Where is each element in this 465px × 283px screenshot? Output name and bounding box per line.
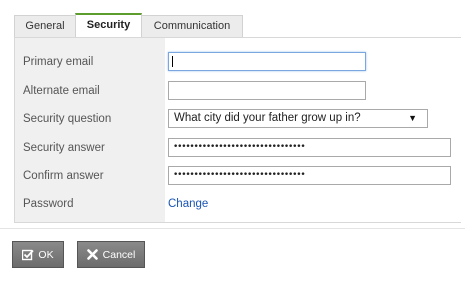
security-answer-label: Security answer	[23, 142, 105, 154]
password-label: Password	[23, 198, 74, 210]
cancel-label: Cancel	[102, 248, 136, 261]
tab-security[interactable]: Security	[75, 13, 142, 37]
checkbox-check-icon	[22, 249, 35, 261]
confirm-answer-input[interactable]: ••••••••••••••••••••••••••••••••	[168, 166, 451, 185]
text-cursor	[172, 56, 173, 67]
confirm-answer-row: Confirm answer •••••••••••••••••••••••••…	[15, 162, 462, 190]
security-answer-input[interactable]: ••••••••••••••••••••••••••••••••	[168, 138, 451, 157]
ok-button[interactable]: OK	[12, 241, 64, 268]
password-row: Password Change	[15, 190, 462, 218]
x-cross-icon	[87, 249, 99, 261]
alternate-email-row: Alternate email	[15, 77, 462, 105]
tab-communication[interactable]: Communication	[141, 15, 243, 37]
tab-bar: General Security Communication	[14, 13, 243, 37]
ok-label: OK	[38, 248, 54, 261]
security-question-label: Security question	[23, 113, 112, 125]
primary-email-label: Primary email	[23, 56, 94, 68]
triangle-down-icon: ▼	[408, 113, 417, 123]
change-password-link[interactable]: Change	[168, 190, 208, 218]
security-answer-row: Security answer ••••••••••••••••••••••••…	[15, 134, 462, 162]
masked-answer: ••••••••••••••••••••••••••••••••	[173, 142, 306, 152]
security-question-value: What city did your father grow up in?	[174, 112, 361, 124]
footer-divider	[0, 228, 465, 229]
tab-general[interactable]: General	[14, 15, 76, 37]
security-form-panel: Primary email Alternate email Security q…	[14, 37, 461, 223]
primary-email-input[interactable]	[168, 52, 366, 71]
primary-email-row: Primary email	[15, 48, 462, 76]
security-question-select[interactable]: What city did your father grow up in? ▼	[168, 109, 428, 128]
security-settings-dialog: General Security Communication Primary e…	[0, 0, 465, 283]
security-question-row: Security question What city did your fat…	[15, 105, 462, 133]
alternate-email-input[interactable]	[168, 81, 366, 100]
masked-confirm-answer: ••••••••••••••••••••••••••••••••	[173, 170, 306, 180]
alternate-email-label: Alternate email	[23, 85, 100, 97]
confirm-answer-label: Confirm answer	[23, 170, 104, 182]
cancel-button[interactable]: Cancel	[77, 241, 145, 268]
